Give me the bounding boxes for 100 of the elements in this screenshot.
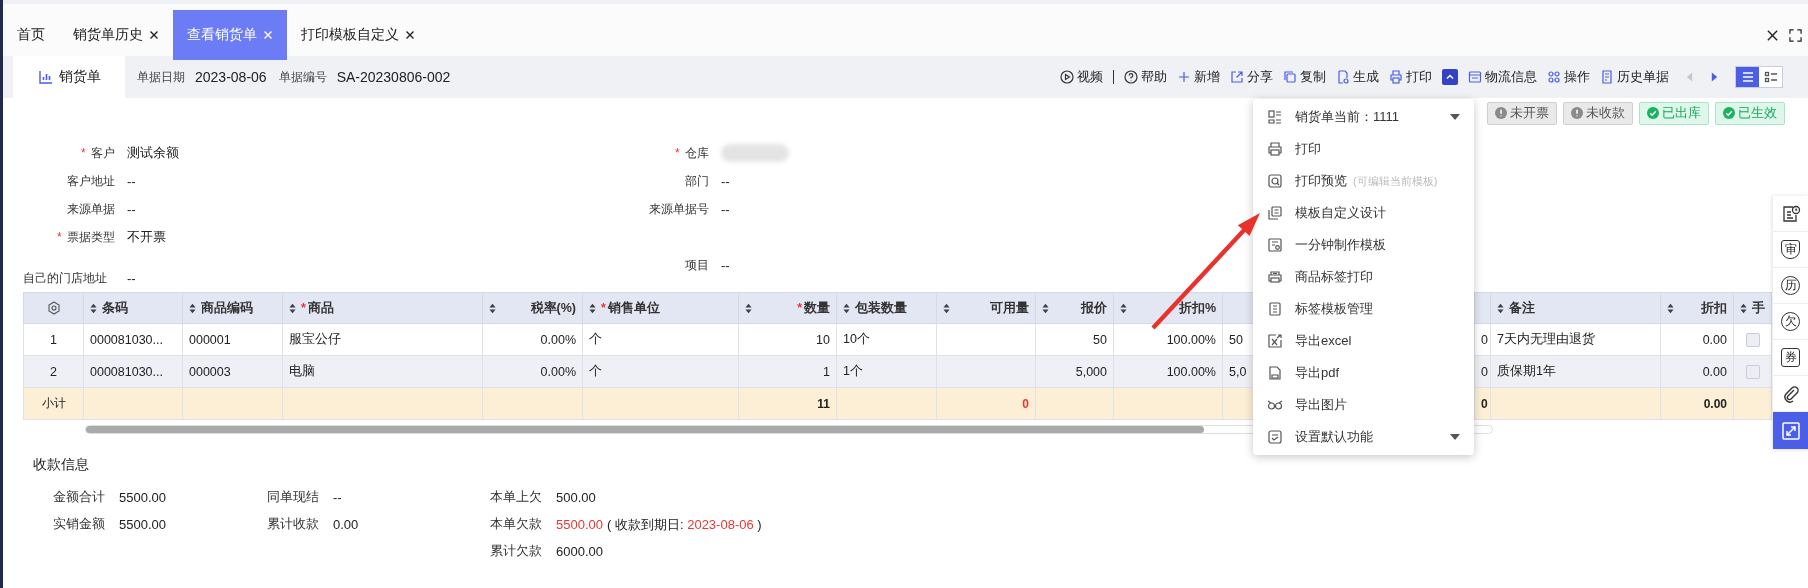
side-tool-button[interactable]: 审 [1773,232,1808,268]
status-tag: 未开票 [1487,101,1557,125]
close-icon[interactable] [149,30,159,40]
menu-item[interactable]: 商品标签打印 [1253,261,1474,293]
page-tab[interactable]: 查看销货单 [173,10,287,60]
sort-icon[interactable] [189,302,196,314]
sort-icon[interactable] [943,302,950,314]
table-cell: 000081030... [83,323,183,356]
sort-icon[interactable] [90,302,97,314]
sort-icon[interactable] [1667,302,1674,314]
table-cell: 个 [582,323,739,356]
fullscreen-icon[interactable] [1789,28,1802,42]
next-icon[interactable] [1710,71,1719,83]
side-tool-button[interactable]: 欠 [1773,304,1808,340]
play-icon [1060,70,1074,84]
collapse-button[interactable] [1442,69,1458,85]
column-header[interactable]: * 商品 [282,292,483,324]
printer-icon [1389,70,1403,84]
column-header[interactable]: 商品编码 [182,292,283,324]
menu-item[interactable]: 导出pdf [1253,357,1474,389]
side-tool-button[interactable] [1773,196,1808,232]
due-date-note: ( 收款到期日: 2023-08-06 ) [607,515,762,534]
column-header[interactable]: 可用量 [936,292,1036,324]
menu-item[interactable]: 一分钟制作模板 [1253,229,1474,261]
sort-icon[interactable] [1497,302,1504,314]
toolbar-button[interactable]: 生成 [1336,68,1379,86]
table-cell: 50 [1035,323,1114,356]
list-view-button[interactable] [1736,67,1759,87]
meta-value: 2023-08-06 [195,69,267,85]
plus-icon [1177,70,1191,84]
field-value: -- [721,257,730,273]
field-value: 不开票 [127,228,166,246]
sort-icon[interactable] [1120,302,1127,314]
document-tab-label: 销货单 [58,68,101,86]
sort-icon[interactable] [843,302,850,314]
document-icon [1336,70,1350,84]
toolbar-button[interactable]: 视频 [1060,68,1103,86]
field-label: 来源单据号 [648,200,709,218]
subtotal-cell: 0.00 [1660,387,1734,420]
toolbar-button[interactable]: 历史单据 [1600,68,1669,86]
table-cell: 1 [738,355,837,388]
column-header[interactable]: * 数量 [738,292,837,324]
menu-item[interactable]: 打印 [1253,133,1474,165]
column-header[interactable]: 条码 [83,292,183,324]
field-value: 测试余额 [127,144,179,162]
toolbar-button[interactable]: 复制 [1283,68,1326,86]
help-icon [1124,70,1138,84]
field-label: * 票据类型 [56,228,115,246]
sort-icon[interactable] [589,302,596,314]
table-cell: 000081030... [83,355,183,388]
close-icon[interactable] [405,30,415,40]
sort-icon[interactable] [745,302,752,314]
sort-icon[interactable] [289,302,296,314]
menu-item[interactable]: 设置默认功能 [1253,421,1474,453]
column-header[interactable]: 手 [1733,292,1772,324]
column-header[interactable]: 折扣% [1113,292,1223,324]
toolbar-button[interactable]: 帮助 [1124,68,1167,86]
sort-icon[interactable] [1740,302,1747,314]
list-icon [1740,70,1755,84]
toolbar-button[interactable]: 新增 [1177,68,1220,86]
field-label: 本单欠款 [490,516,542,533]
settings-icon[interactable] [46,301,61,315]
printer-icon [1267,269,1283,285]
field-value: 5500.00 [556,517,603,532]
menu-header[interactable]: 销货单当前：1111 [1253,101,1474,133]
detail-view-button[interactable] [1759,67,1782,87]
check-icon [1647,107,1659,119]
column-header[interactable]: 折扣 [1660,292,1734,324]
toolbar-button[interactable]: 分享 [1230,68,1273,86]
column-header[interactable]: 备注 [1490,292,1661,324]
column-header[interactable]: * 销售单位 [582,292,739,324]
checkbox[interactable] [1745,332,1760,347]
checkbox[interactable] [1745,364,1760,379]
page-tab[interactable]: 打印模板自定义 [287,10,429,60]
menu-item[interactable]: 导出图片 [1253,389,1474,421]
field-label: * 客户 [80,144,115,162]
column-header[interactable]: 报价 [1035,292,1114,324]
document-tab[interactable]: 销货单 [13,56,125,98]
sort-icon[interactable] [1042,302,1049,314]
toolbar-button[interactable]: 打印 [1389,68,1432,86]
side-tool-button[interactable]: 券 [1773,340,1808,376]
column-header[interactable]: 税率(%) [482,292,583,324]
toolbar-button[interactable]: 操作 [1547,68,1590,86]
meta-label: 单据编号 [278,68,327,86]
side-tool-button[interactable]: 历 [1773,268,1808,304]
menu-item[interactable]: 导出excel [1253,325,1474,357]
toolbar-button[interactable]: 物流信息 [1468,68,1537,86]
side-tool-button[interactable] [1773,376,1808,412]
expand-icon [1780,420,1801,441]
sort-icon[interactable] [489,302,496,314]
printer-icon [1267,141,1283,157]
column-header[interactable]: 包装数量 [836,292,937,324]
document-icon [1267,301,1283,317]
menu-item[interactable]: 模板自定义设计 [1253,197,1474,229]
field-value: -- [721,173,730,189]
chart-icon [37,69,54,85]
checklist-icon [1267,429,1283,445]
table-cell: 000003 [182,355,283,388]
close-icon[interactable] [1766,28,1779,42]
menu-item[interactable]: 标签模板管理 [1253,293,1474,325]
